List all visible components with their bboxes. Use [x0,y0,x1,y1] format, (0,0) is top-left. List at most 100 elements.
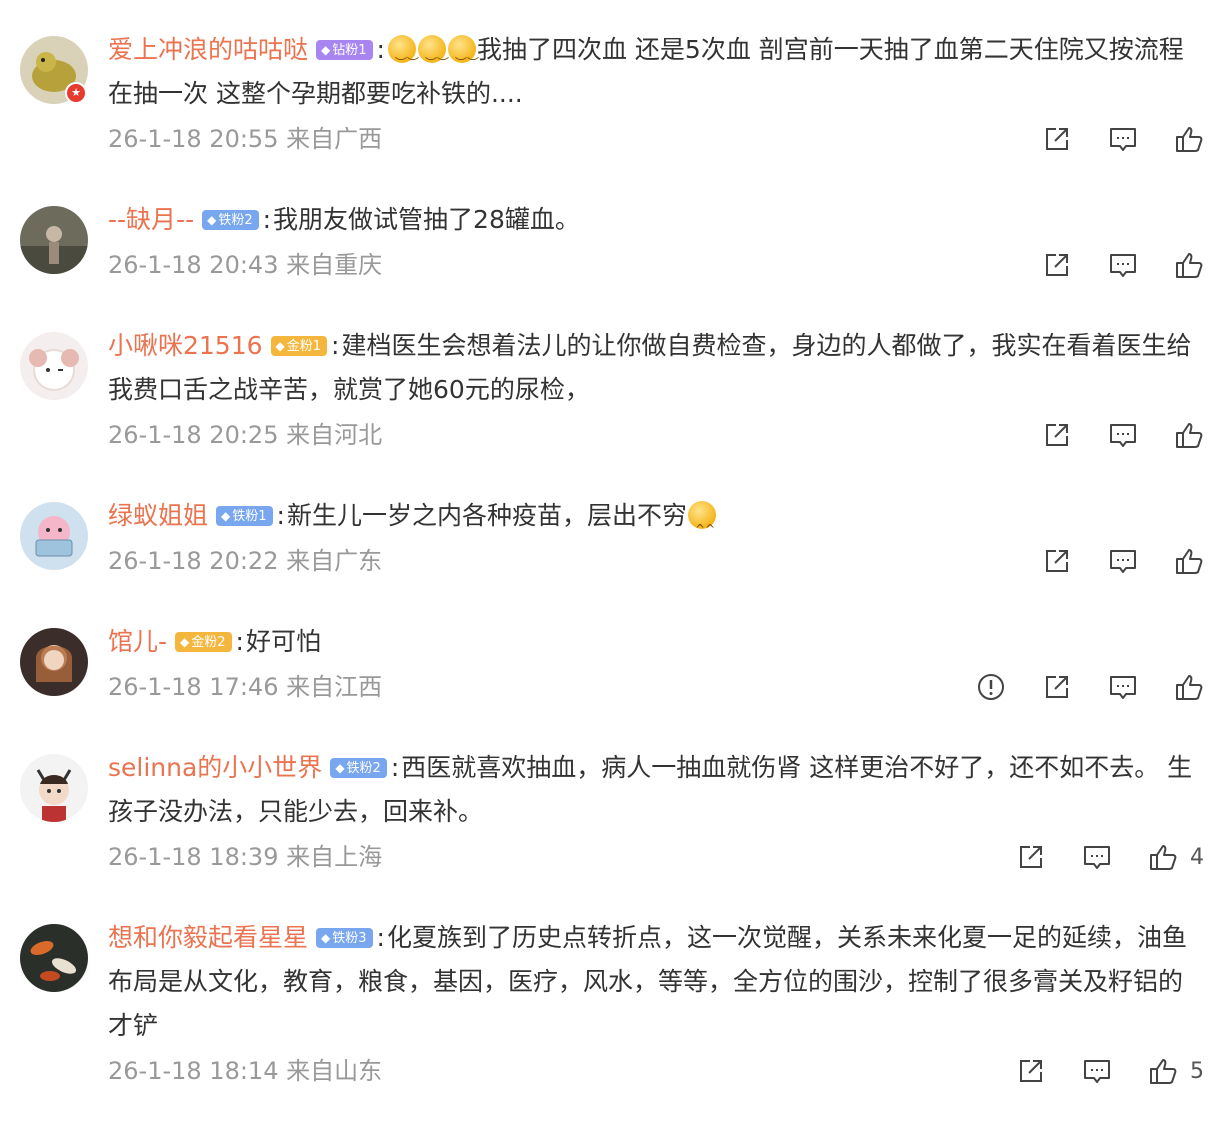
comment-location: 来自江西 [286,673,383,701]
share-icon [1046,676,1068,698]
diamond-icon: ◆ [335,761,345,775]
comment-location: 来自河北 [286,421,383,449]
comment-text: 新生儿一岁之内各种疫苗，层出不穷 [286,501,687,530]
comment-item: 馆儿- ◆ 金粉2:好可怕 26-1-18 17:46 来自江西 [0,624,1232,710]
like-button[interactable]: 4 [1148,842,1204,872]
fan-badge[interactable]: ◆ 钻粉1 [316,40,373,60]
diamond-icon: ◆ [180,635,190,649]
fan-badge[interactable]: ◆ 金粉2 [175,632,232,652]
share-button[interactable] [1042,672,1072,702]
like-icon [1176,127,1203,152]
comment-body: 小啾咪21516 ◆ 金粉1:建档医生会想着法儿的让你做自费检查，身边的人都做了，我… [108,328,1204,458]
comment-location: 来自重庆 [286,251,383,279]
colon: : [376,35,385,64]
comment-icon [1110,254,1136,277]
comment-actions [1006,412,1204,458]
share-icon [1046,254,1068,276]
avatar[interactable] [20,754,88,822]
diamond-icon: ◆ [275,339,285,353]
like-button[interactable] [1174,250,1204,280]
comment-button[interactable] [1082,842,1112,872]
share-button[interactable] [1016,1056,1046,1086]
like-count: 4 [1190,844,1204,870]
username-link[interactable]: 馆儿- [108,627,167,656]
username-link[interactable]: 绿蚁姐姐 [108,501,208,530]
diamond-icon: ◆ [221,509,231,523]
comment-body: selinna的小小世界 ◆ 铁粉2:西医就喜欢抽血，病人一抽血就伤肾 这样更治不好… [108,750,1204,880]
username-link[interactable]: 小啾咪21516 [108,331,263,360]
comment-location: 来自广西 [286,125,383,153]
comment-location: 来自山东 [286,1057,383,1085]
sad-face-emoji-icon: ︶︶ [417,35,449,70]
fan-badge-label: 铁粉1 [232,509,267,524]
comment-button[interactable] [1108,124,1138,154]
comment-icon [1084,846,1110,869]
username-link[interactable]: --缺月-- [108,205,194,234]
avatar[interactable] [20,628,88,696]
comment-button[interactable] [1108,420,1138,450]
share-button[interactable] [1042,420,1072,450]
comment-icon [1110,128,1136,151]
report-icon [978,674,1004,700]
comment-item: 想和你毅起看星星 ◆ 铁粉3:化夏族到了历史点转折点，这一次觉醒，关系未来化夏一足的… [0,920,1232,1096]
comment-actions [1006,116,1204,162]
like-button[interactable] [1174,420,1204,450]
username-link[interactable]: 爱上冲浪的咕咕哒 [108,35,308,64]
comment-item: selinna的小小世界 ◆ 铁粉2:西医就喜欢抽血，病人一抽血就伤肾 这样更治不好… [0,750,1232,880]
fan-badge-label: 金粉1 [286,339,322,354]
sad-face-emoji-icon: ︶︶ [387,35,419,70]
comment-actions [1006,538,1204,584]
share-icon [1020,846,1042,868]
comment-button[interactable] [1108,672,1138,702]
comment-body: 爱上冲浪的咕咕哒 ◆ 钻粉1: ︶︶ ︶︶ ︶︶ 我抽了四次血 还是5次血 剖宫前一天抽了血… [108,32,1204,162]
fan-badge-label: 铁粉2 [346,761,381,776]
username-link[interactable]: 想和你毅起看星星 [108,923,308,952]
avatar[interactable] [20,502,88,570]
like-icon [1176,253,1203,278]
share-button[interactable] [1042,546,1072,576]
colon: : [390,753,400,782]
verified-badge-icon: ★ [65,82,87,104]
like-button[interactable] [1174,124,1204,154]
username-link[interactable]: selinna的小小世界 [108,753,322,782]
share-icon [1046,550,1068,572]
share-button[interactable] [1016,842,1046,872]
avatar[interactable] [20,332,88,400]
like-button[interactable] [1174,672,1204,702]
fan-badge[interactable]: ◆ 铁粉2 [330,758,387,778]
comment-icon [1110,550,1136,573]
report-button[interactable] [976,672,1006,702]
comment-icon [1110,424,1136,447]
comment-body: 想和你毅起看星星 ◆ 铁粉3:化夏族到了历史点转折点，这一次觉醒，关系未来化夏一足的… [108,920,1204,1094]
colon: : [376,923,385,952]
fan-badge[interactable]: ◆ 金粉1 [270,336,328,356]
colon: : [262,205,272,234]
like-button[interactable]: 5 [1148,1056,1204,1086]
like-count: 5 [1190,1058,1204,1084]
like-icon [1176,423,1203,448]
sad-face-emoji-icon: ︶︶ [447,35,479,70]
like-button[interactable] [1174,546,1204,576]
avatar[interactable] [20,206,88,274]
comment-body: 馆儿- ◆ 金粉2:好可怕 26-1-18 17:46 来自江西 [108,624,1204,710]
comment-text: 好可怕 [245,627,321,656]
comment-actions: 5 [980,1048,1204,1094]
share-icon [1046,128,1068,150]
fan-badge[interactable]: ◆ 铁粉3 [316,928,373,948]
comment-button[interactable] [1108,250,1138,280]
avatar[interactable] [20,924,88,992]
comment-time: 26-1-18 20:55 [108,125,279,153]
comment-button[interactable] [1082,1056,1112,1086]
comment-body: --缺月-- ◆ 铁粉2:我朋友做试管抽了28罐血。 26-1-18 20:43 来… [108,202,1204,288]
comment-text: 我朋友做试管抽了28罐血。 [273,205,580,234]
share-button[interactable] [1042,250,1072,280]
like-icon [1150,845,1177,870]
share-button[interactable] [1042,124,1072,154]
comment-button[interactable] [1108,546,1138,576]
like-icon [1176,549,1203,574]
comment-text-line: 绿蚁姐姐 ◆ 铁粉1:新生儿一岁之内各种疫苗，层出不穷 ^^ [108,494,1204,538]
fan-badge[interactable]: ◆ 铁粉1 [216,506,273,526]
comment-time: 26-1-18 18:39 [108,843,279,871]
comment-text-line: selinna的小小世界 ◆ 铁粉2:西医就喜欢抽血，病人一抽血就伤肾 这样更治不好… [108,746,1204,834]
fan-badge[interactable]: ◆ 铁粉2 [202,210,259,230]
